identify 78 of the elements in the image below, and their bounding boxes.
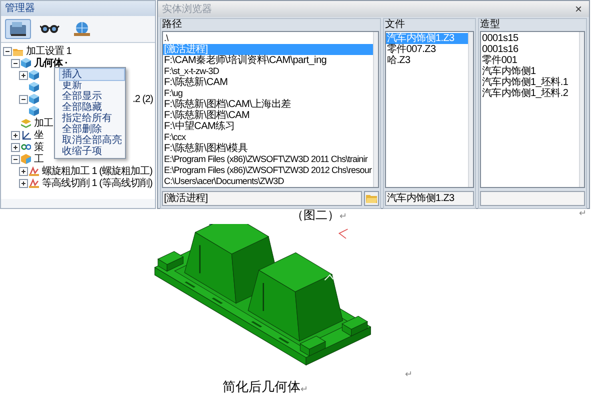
input-field[interactable] [480, 191, 585, 206]
list-item[interactable]: F:\ccx [163, 132, 373, 143]
list-item[interactable]: F:\陈慈新\图档\CAM [163, 110, 373, 121]
input-field[interactable]: [激活进程] [162, 191, 362, 206]
figure-caption: （图二） [292, 209, 340, 222]
collapse-toggle[interactable] [3, 46, 12, 56]
list-item[interactable]: 0001s15 [481, 33, 579, 44]
machine-icon [10, 22, 26, 36]
list-item[interactable]: C:\Users\acer\Documents\ZW3D [163, 176, 373, 187]
expand-toggle[interactable] [11, 142, 20, 152]
glasses-icon [40, 24, 60, 34]
chain-icon [21, 142, 31, 152]
axes-icon [21, 130, 31, 140]
globe-icon [74, 22, 90, 36]
expand-toggle[interactable] [19, 70, 28, 80]
tree-item[interactable]: 螺旋粗加工 1 (螺旋粗加工) [41, 166, 154, 176]
paragraph-mark: ↵ [579, 209, 587, 220]
menu-item[interactable]: 收缩子项 [60, 146, 124, 157]
tree-item[interactable]: 几何体 · [33, 58, 69, 68]
menu-item[interactable]: 全部删除 [60, 124, 124, 135]
list-item[interactable]: 0001s16 [481, 44, 579, 55]
list-item[interactable]: F:\陈慈新\图档\CAM\上海出差 [163, 99, 373, 110]
paragraph-mark: ↵ [340, 212, 348, 222]
expand-toggle[interactable] [11, 130, 20, 140]
collapse-toggle[interactable] [19, 94, 28, 104]
list-item[interactable]: 零件007.Z3 [386, 44, 468, 55]
toolpath-icon [29, 178, 39, 188]
group-label: 造型 [480, 19, 501, 30]
list-item[interactable]: F:\ug [163, 88, 373, 99]
list-item[interactable]: F:\st_x-t-zw-3D [163, 66, 373, 77]
dialog-title: 实体浏览器 [162, 4, 212, 14]
tree-item[interactable]: 坐 [33, 130, 44, 140]
expand-toggle[interactable] [19, 178, 28, 188]
list-item[interactable]: 汽车内饰侧1_坯料.2 [481, 88, 579, 99]
expand-toggle[interactable] [19, 166, 28, 176]
list-item[interactable]: 哈.Z3 [386, 55, 468, 66]
list-item[interactable]: F:\陈慈新\图档\模具 [163, 143, 373, 154]
menu-item[interactable]: 全部显示 [60, 91, 124, 102]
tree-item[interactable]: 策 [33, 142, 44, 152]
group-label: 路径 [162, 19, 183, 30]
tree-item[interactable]: 加工 [33, 118, 54, 128]
tree-item[interactable]: 工 [33, 154, 44, 164]
group-label: 文件 [385, 19, 406, 30]
menu-item[interactable]: 全部隐藏 [60, 102, 124, 113]
tree-item[interactable]: 等高线切削 1 (等高线切削) [41, 178, 154, 188]
layers-icon [21, 118, 31, 128]
list-item[interactable]: F:\CAM秦老师\培训资料\CAM\part_ing [163, 55, 373, 66]
menu-item[interactable]: 指定给所有 [60, 113, 124, 124]
tree-item[interactable]: 加工设置 1 [25, 46, 72, 56]
input-field[interactable]: 汽车内饰侧1.Z3 [385, 191, 474, 206]
close-button[interactable]: × [572, 3, 585, 15]
collapse-toggle[interactable] [11, 58, 20, 68]
list-item[interactable]: F:\陈慈新\CAM [163, 77, 373, 88]
scrollbar[interactable] [468, 32, 473, 187]
box-icon [21, 154, 31, 164]
tree-item[interactable]: .2 (2) [132, 94, 155, 104]
list-item[interactable]: E:\Program Files (x86)\ZWSOFT\ZW3D 2012 Chs\resour [163, 165, 373, 176]
list-item[interactable]: 汽车内饰侧1_坯料.1 [481, 77, 579, 88]
folder-icon [13, 46, 23, 56]
list-item[interactable]: .\ [163, 33, 373, 44]
paragraph-mark: ↵ [300, 384, 308, 394]
panel-title: 管理器 [1, 1, 155, 16]
scrollbar[interactable] [373, 32, 378, 187]
figure-caption: 简化后几何体 [222, 380, 300, 394]
paragraph-mark: ↵ [405, 370, 413, 380]
folder-icon [366, 194, 377, 203]
list-item[interactable]: 零件001 [481, 55, 579, 66]
list-item[interactable]: E:\Program Files (x86)\ZWSOFT\ZW3D 2011 Chs\trainir [163, 154, 373, 165]
menu-item[interactable]: 插入 [60, 69, 124, 80]
collapse-toggle[interactable] [11, 154, 20, 164]
list-item[interactable]: F:\中望CAM练习 [163, 121, 373, 132]
scrollbar[interactable] [579, 32, 584, 187]
list-item[interactable]: 汽车内饰侧1 [481, 66, 579, 77]
panel-tab[interactable] [5, 19, 31, 39]
cube-icon [29, 94, 39, 104]
cube-icon [21, 58, 31, 68]
toolpath-icon [29, 166, 39, 176]
menu-item[interactable]: 取消全部高亮 [60, 135, 124, 146]
